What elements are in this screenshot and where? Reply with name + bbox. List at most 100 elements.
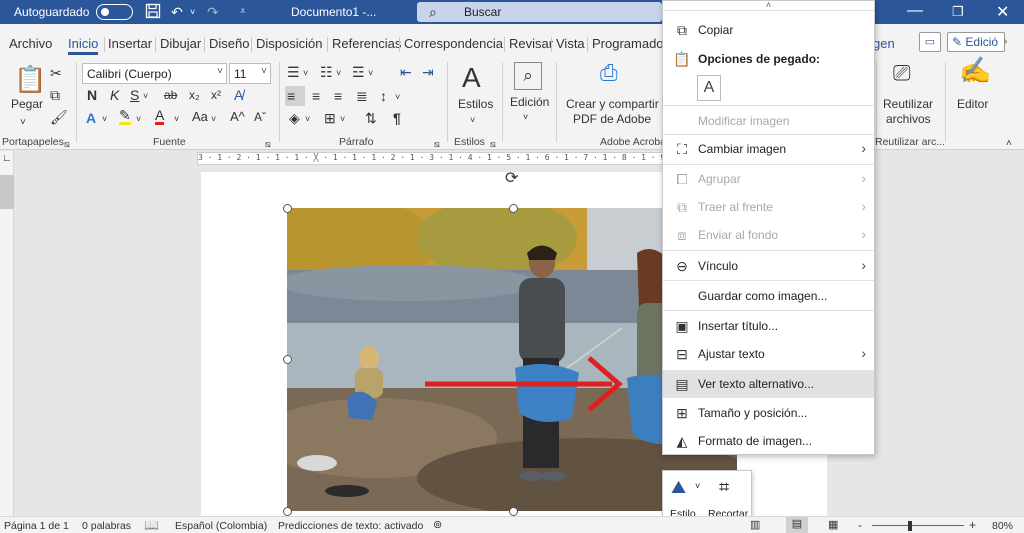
reuse-files-label-line2[interactable]: archivos (886, 112, 931, 126)
sort-icon[interactable]: ⇅ (365, 110, 377, 126)
underline-dropdown-icon[interactable]: ˅ (143, 88, 148, 104)
highlight-dropdown-icon[interactable]: ˅ (136, 111, 141, 127)
font-launcher-icon[interactable]: ⧅ (265, 136, 271, 152)
restore-icon[interactable]: ❐ (952, 4, 964, 20)
justify-icon[interactable]: ≣ (356, 88, 368, 104)
paragraph-launcher-icon[interactable]: ⧅ (434, 136, 440, 152)
menu-item-wrap-text[interactable]: ⊟ Ajustar texto › (663, 340, 874, 368)
styles-dropdown-icon[interactable]: ˅ (470, 112, 475, 128)
change-case-dropdown-icon[interactable]: ˅ (211, 111, 216, 127)
tab-disposicion[interactable]: Disposición (256, 36, 322, 51)
menu-item-size-position[interactable]: ⊞ Tamaño y posición... (663, 399, 874, 427)
print-layout-icon[interactable]: ▤ (786, 517, 808, 533)
font-name-field[interactable]: Calibri (Cuerpo) ˅ (82, 63, 227, 84)
align-left-icon[interactable]: ≡ (285, 86, 305, 106)
numbering-dropdown-icon[interactable]: ˅ (336, 65, 341, 81)
reuse-files-label-line1[interactable]: Reutilizar (883, 97, 933, 111)
customize-quick-access-icon[interactable]: ⩡ (240, 3, 246, 21)
tab-programador[interactable]: Programado (592, 36, 664, 51)
borders-icon[interactable]: ⊞ (324, 110, 336, 126)
clipboard-launcher-icon[interactable]: ⧅ (64, 136, 70, 152)
zoom-out-button[interactable]: - (858, 518, 862, 532)
zoom-slider-track[interactable] (872, 525, 964, 526)
cut-icon[interactable]: ✂ (50, 65, 62, 81)
tab-vista[interactable]: Vista (556, 36, 585, 51)
editor-label[interactable]: Editor (957, 97, 988, 111)
text-effects-button[interactable]: A (86, 110, 96, 126)
menu-item-save-as-picture[interactable]: Guardar como imagen... (663, 282, 874, 310)
decrease-indent-icon[interactable]: ⇤ (400, 64, 412, 80)
tab-dibujar[interactable]: Dibujar (160, 36, 201, 51)
context-menu-scroll-up-icon[interactable]: ˄ (663, 1, 874, 11)
shrink-font-button[interactable]: Aˇ (254, 109, 266, 125)
paste-picture-option-icon[interactable]: A (697, 75, 721, 101)
adobe-label-line1[interactable]: Crear y compartir (566, 97, 659, 111)
styles-launcher-icon[interactable]: ⧅ (490, 136, 496, 152)
change-case-button[interactable]: Aa (192, 109, 208, 125)
show-formatting-marks-icon[interactable]: ¶ (393, 110, 401, 126)
zoom-slider-thumb[interactable] (908, 521, 912, 531)
font-color-button[interactable]: A (155, 108, 165, 125)
resize-handle-middle-left[interactable] (283, 355, 292, 364)
undo-icon[interactable]: ↶ (171, 3, 183, 21)
zoom-level[interactable]: 80% (992, 520, 1013, 532)
word-count[interactable]: 0 palabras (82, 520, 131, 532)
minimize-icon[interactable]: — (907, 2, 923, 20)
styles-label[interactable]: Estilos (458, 97, 493, 111)
superscript-button[interactable]: x² (211, 87, 221, 103)
font-color-dropdown-icon[interactable]: ˅ (174, 111, 179, 127)
collapse-ribbon-icon[interactable]: ˄ (1006, 136, 1012, 152)
strikethrough-button[interactable]: ab (164, 87, 177, 103)
proofing-icon[interactable]: 📖 (144, 518, 159, 532)
save-icon[interactable] (145, 3, 161, 23)
crop-icon[interactable]: ⌗ (719, 477, 729, 498)
language-status[interactable]: Español (Colombia) (175, 520, 267, 532)
resize-handle-bottom-left[interactable] (283, 507, 292, 516)
editor-icon[interactable]: ✍ (959, 57, 991, 83)
line-spacing-icon[interactable]: ↕ (380, 88, 387, 104)
tab-revisar[interactable]: Revisar (509, 36, 553, 51)
menu-item-format-picture[interactable]: ◭ Formato de imagen... (663, 427, 874, 455)
italic-button[interactable]: K (110, 87, 119, 103)
tab-insertar[interactable]: Insertar (108, 36, 152, 51)
menu-item-link[interactable]: ⊖ Vínculo › (663, 252, 874, 280)
text-effects-dropdown-icon[interactable]: ˅ (102, 111, 107, 127)
editing-icon[interactable]: ⌕ (514, 62, 542, 90)
tab-inicio[interactable]: Inicio (68, 36, 99, 55)
line-spacing-dropdown-icon[interactable]: ˅ (395, 89, 400, 105)
editing-label[interactable]: Edición (510, 95, 549, 109)
editing-dropdown-icon[interactable]: ˅ (523, 109, 528, 125)
text-predictions-status[interactable]: Predicciones de texto: activado (278, 520, 423, 532)
underline-button[interactable]: S (130, 87, 139, 103)
resize-handle-top-left[interactable] (283, 204, 292, 213)
picture-style-icon[interactable]: ⛰ (671, 477, 686, 498)
zoom-in-button[interactable]: + (969, 518, 976, 532)
menu-item-change-picture[interactable]: ⛶ Cambiar imagen › (663, 135, 874, 163)
accessibility-icon[interactable]: ⊚ (433, 518, 442, 531)
menu-item-view-alt-text[interactable]: ▤ Ver texto alternativo... (663, 370, 874, 398)
borders-dropdown-icon[interactable]: ˅ (340, 111, 345, 127)
subscript-button[interactable]: x₂ (189, 87, 200, 103)
adobe-label-line2[interactable]: PDF de Adobe (573, 112, 651, 126)
adobe-pdf-share-icon[interactable]: ⎙ (600, 62, 618, 84)
page-count[interactable]: Página 1 de 1 (4, 520, 69, 532)
bullets-dropdown-icon[interactable]: ˅ (303, 65, 308, 81)
horizontal-ruler[interactable]: 3 · 1 · 2 · 1 · 1 · 1 · ╳ · 1 · 1 · 1 · … (197, 152, 667, 165)
search-box[interactable]: ⌕ Buscar (417, 2, 662, 22)
resize-handle-bottom-center[interactable] (509, 507, 518, 516)
rotate-handle-icon[interactable]: ⟳ (505, 168, 518, 188)
font-size-field[interactable]: 11 ˅ (229, 63, 271, 84)
redo-icon[interactable]: ↷ (207, 3, 219, 21)
ribbon-scroll-right-icon[interactable]: › (1004, 32, 1016, 52)
copy-icon[interactable]: ⧉ (50, 87, 60, 103)
read-mode-icon[interactable]: ▥ (750, 518, 760, 531)
clear-formatting-icon[interactable]: A̸ (234, 87, 243, 103)
edit-mode-button[interactable]: ✎ Edició (947, 32, 1005, 52)
tab-stop-selector-icon[interactable]: ∟ (2, 153, 12, 164)
paste-icon[interactable]: 📋 (14, 65, 46, 93)
web-layout-icon[interactable]: ▦ (828, 518, 838, 531)
undo-dropdown-icon[interactable]: ˅ (190, 3, 195, 21)
bold-button[interactable]: N (87, 87, 97, 103)
menu-item-insert-caption[interactable]: ▣ Insertar título... (663, 312, 874, 340)
paste-label[interactable]: Pegar (11, 97, 43, 111)
